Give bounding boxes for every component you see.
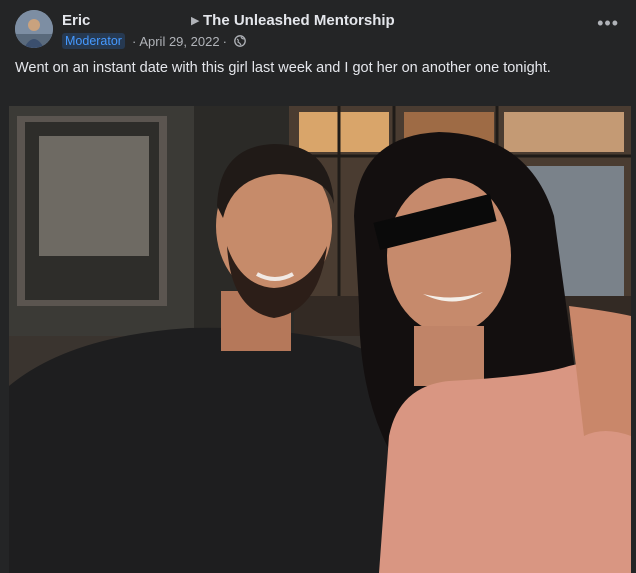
post-card: Eric ▶ The Unleashed Mentorship Moderato… [0,0,636,573]
globe-icon[interactable] [234,35,246,47]
post-date-link[interactable]: April 29, 2022 [139,34,219,49]
separator: · [222,33,227,49]
more-options-icon[interactable]: ••• [597,14,619,32]
author-name[interactable]: Eric [62,12,90,29]
post-meta: Moderator · April 29, 2022 · [62,32,246,50]
photo-image [9,106,631,573]
avatar-image [15,10,53,48]
post-header: Eric ▶ The Unleashed Mentorship Moderato… [15,10,621,50]
group-name-link[interactable]: The Unleashed Mentorship [203,12,395,29]
avatar[interactable] [15,10,53,48]
post-text: Went on an instant date with this girl l… [15,60,551,76]
separator: · [131,33,137,49]
post-photo[interactable] [9,106,631,573]
moderator-badge[interactable]: Moderator [62,33,125,49]
triangle-right-icon: ▶ [191,15,200,27]
